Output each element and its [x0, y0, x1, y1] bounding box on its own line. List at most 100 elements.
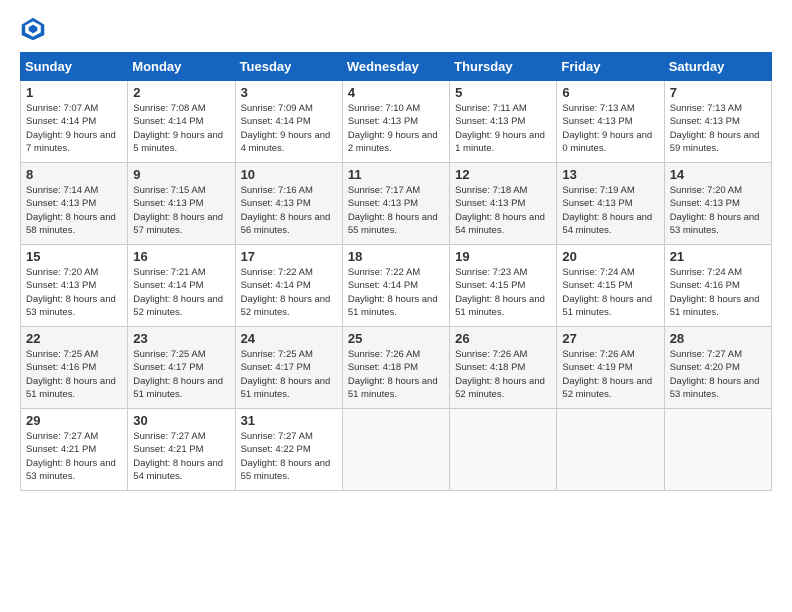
week-row-5: 29 Sunrise: 7:27 AM Sunset: 4:21 PM Dayli… — [21, 409, 772, 491]
day-info: Sunrise: 7:07 AM Sunset: 4:14 PM Dayligh… — [26, 102, 122, 155]
day-info: Sunrise: 7:27 AM Sunset: 4:21 PM Dayligh… — [133, 430, 229, 483]
day-number: 10 — [241, 167, 337, 182]
calendar-cell: 7 Sunrise: 7:13 AM Sunset: 4:13 PM Daylig… — [664, 81, 771, 163]
day-number: 2 — [133, 85, 229, 100]
calendar-cell: 21 Sunrise: 7:24 AM Sunset: 4:16 PM Dayli… — [664, 245, 771, 327]
day-number: 1 — [26, 85, 122, 100]
day-info: Sunrise: 7:27 AM Sunset: 4:22 PM Dayligh… — [241, 430, 337, 483]
day-info: Sunrise: 7:25 AM Sunset: 4:17 PM Dayligh… — [133, 348, 229, 401]
day-number: 8 — [26, 167, 122, 182]
day-number: 13 — [562, 167, 658, 182]
calendar-cell: 13 Sunrise: 7:19 AM Sunset: 4:13 PM Dayli… — [557, 163, 664, 245]
day-info: Sunrise: 7:27 AM Sunset: 4:20 PM Dayligh… — [670, 348, 766, 401]
calendar-cell: 5 Sunrise: 7:11 AM Sunset: 4:13 PM Daylig… — [450, 81, 557, 163]
calendar-cell: 11 Sunrise: 7:17 AM Sunset: 4:13 PM Dayli… — [342, 163, 449, 245]
day-info: Sunrise: 7:19 AM Sunset: 4:13 PM Dayligh… — [562, 184, 658, 237]
week-row-4: 22Sunrise: 7:25 AM Sunset: 4:16 PM Dayli… — [21, 327, 772, 409]
day-info: Sunrise: 7:18 AM Sunset: 4:13 PM Dayligh… — [455, 184, 551, 237]
day-number: 7 — [670, 85, 766, 100]
calendar-cell: 23 Sunrise: 7:25 AM Sunset: 4:17 PM Dayli… — [128, 327, 235, 409]
day-info: Sunrise: 7:24 AM Sunset: 4:16 PM Dayligh… — [670, 266, 766, 319]
day-info: Sunrise: 7:15 AM Sunset: 4:13 PM Dayligh… — [133, 184, 229, 237]
week-row-3: 15 Sunrise: 7:20 AM Sunset: 4:13 PM Dayli… — [21, 245, 772, 327]
day-number: 21 — [670, 249, 766, 264]
day-info: Sunrise: 7:13 AM Sunset: 4:13 PM Dayligh… — [670, 102, 766, 155]
page-header — [20, 16, 772, 42]
calendar-cell: 30 Sunrise: 7:27 AM Sunset: 4:21 PM Dayli… — [128, 409, 235, 491]
day-number: 23 — [133, 331, 229, 346]
calendar-cell: 4Sunrise: 7:10 AM Sunset: 4:13 PM Daylig… — [342, 81, 449, 163]
calendar-cell: 29 Sunrise: 7:27 AM Sunset: 4:21 PM Dayli… — [21, 409, 128, 491]
day-number: 18 — [348, 249, 444, 264]
day-info: Sunrise: 7:23 AM Sunset: 4:15 PM Dayligh… — [455, 266, 551, 319]
calendar-cell: 15 Sunrise: 7:20 AM Sunset: 4:13 PM Dayli… — [21, 245, 128, 327]
calendar-cell: 6 Sunrise: 7:13 AM Sunset: 4:13 PM Daylig… — [557, 81, 664, 163]
day-number: 31 — [241, 413, 337, 428]
calendar-cell: 28 Sunrise: 7:27 AM Sunset: 4:20 PM Dayli… — [664, 327, 771, 409]
calendar-cell: 8 Sunrise: 7:14 AM Sunset: 4:13 PM Daylig… — [21, 163, 128, 245]
day-number: 26 — [455, 331, 551, 346]
day-number: 14 — [670, 167, 766, 182]
day-number: 4 — [348, 85, 444, 100]
calendar-cell — [664, 409, 771, 491]
calendar-cell: 1 Sunrise: 7:07 AM Sunset: 4:14 PM Daylig… — [21, 81, 128, 163]
day-number: 29 — [26, 413, 122, 428]
calendar-cell: 20Sunrise: 7:24 AM Sunset: 4:15 PM Dayli… — [557, 245, 664, 327]
day-info: Sunrise: 7:08 AM Sunset: 4:14 PM Dayligh… — [133, 102, 229, 155]
day-info: Sunrise: 7:26 AM Sunset: 4:18 PM Dayligh… — [455, 348, 551, 401]
calendar-cell: 2 Sunrise: 7:08 AM Sunset: 4:14 PM Daylig… — [128, 81, 235, 163]
day-number: 27 — [562, 331, 658, 346]
day-info: Sunrise: 7:17 AM Sunset: 4:13 PM Dayligh… — [348, 184, 444, 237]
column-header-thursday: Thursday — [450, 53, 557, 81]
week-row-1: 1 Sunrise: 7:07 AM Sunset: 4:14 PM Daylig… — [21, 81, 772, 163]
day-number: 12 — [455, 167, 551, 182]
day-number: 3 — [241, 85, 337, 100]
day-number: 15 — [26, 249, 122, 264]
day-info: Sunrise: 7:22 AM Sunset: 4:14 PM Dayligh… — [241, 266, 337, 319]
day-info: Sunrise: 7:24 AM Sunset: 4:15 PM Dayligh… — [562, 266, 658, 319]
calendar-cell: 22Sunrise: 7:25 AM Sunset: 4:16 PM Dayli… — [21, 327, 128, 409]
calendar-cell: 10 Sunrise: 7:16 AM Sunset: 4:13 PM Dayli… — [235, 163, 342, 245]
calendar-cell: 12 Sunrise: 7:18 AM Sunset: 4:13 PM Dayli… — [450, 163, 557, 245]
day-info: Sunrise: 7:21 AM Sunset: 4:14 PM Dayligh… — [133, 266, 229, 319]
calendar-cell: 14 Sunrise: 7:20 AM Sunset: 4:13 PM Dayli… — [664, 163, 771, 245]
calendar-cell: 27 Sunrise: 7:26 AM Sunset: 4:19 PM Dayli… — [557, 327, 664, 409]
calendar-cell: 25Sunrise: 7:26 AM Sunset: 4:18 PM Dayli… — [342, 327, 449, 409]
calendar-table: SundayMondayTuesdayWednesdayThursdayFrid… — [20, 52, 772, 491]
day-number: 19 — [455, 249, 551, 264]
day-number: 28 — [670, 331, 766, 346]
day-info: Sunrise: 7:25 AM Sunset: 4:17 PM Dayligh… — [241, 348, 337, 401]
day-number: 17 — [241, 249, 337, 264]
column-header-tuesday: Tuesday — [235, 53, 342, 81]
day-info: Sunrise: 7:13 AM Sunset: 4:13 PM Dayligh… — [562, 102, 658, 155]
logo — [20, 16, 50, 42]
day-info: Sunrise: 7:14 AM Sunset: 4:13 PM Dayligh… — [26, 184, 122, 237]
week-row-2: 8 Sunrise: 7:14 AM Sunset: 4:13 PM Daylig… — [21, 163, 772, 245]
day-number: 30 — [133, 413, 229, 428]
day-number: 5 — [455, 85, 551, 100]
column-header-friday: Friday — [557, 53, 664, 81]
column-header-monday: Monday — [128, 53, 235, 81]
day-number: 6 — [562, 85, 658, 100]
calendar-cell: 18Sunrise: 7:22 AM Sunset: 4:14 PM Dayli… — [342, 245, 449, 327]
day-info: Sunrise: 7:26 AM Sunset: 4:19 PM Dayligh… — [562, 348, 658, 401]
calendar-cell — [342, 409, 449, 491]
day-info: Sunrise: 7:16 AM Sunset: 4:13 PM Dayligh… — [241, 184, 337, 237]
day-number: 16 — [133, 249, 229, 264]
day-info: Sunrise: 7:09 AM Sunset: 4:14 PM Dayligh… — [241, 102, 337, 155]
day-info: Sunrise: 7:27 AM Sunset: 4:21 PM Dayligh… — [26, 430, 122, 483]
calendar-cell — [557, 409, 664, 491]
day-number: 11 — [348, 167, 444, 182]
column-header-saturday: Saturday — [664, 53, 771, 81]
column-header-wednesday: Wednesday — [342, 53, 449, 81]
day-info: Sunrise: 7:11 AM Sunset: 4:13 PM Dayligh… — [455, 102, 551, 155]
calendar-cell: 9Sunrise: 7:15 AM Sunset: 4:13 PM Daylig… — [128, 163, 235, 245]
day-info: Sunrise: 7:20 AM Sunset: 4:13 PM Dayligh… — [670, 184, 766, 237]
day-info: Sunrise: 7:20 AM Sunset: 4:13 PM Dayligh… — [26, 266, 122, 319]
logo-icon — [20, 16, 46, 42]
day-number: 24 — [241, 331, 337, 346]
calendar-cell — [450, 409, 557, 491]
calendar-cell: 3 Sunrise: 7:09 AM Sunset: 4:14 PM Daylig… — [235, 81, 342, 163]
calendar-cell: 26 Sunrise: 7:26 AM Sunset: 4:18 PM Dayli… — [450, 327, 557, 409]
calendar-cell: 19 Sunrise: 7:23 AM Sunset: 4:15 PM Dayli… — [450, 245, 557, 327]
